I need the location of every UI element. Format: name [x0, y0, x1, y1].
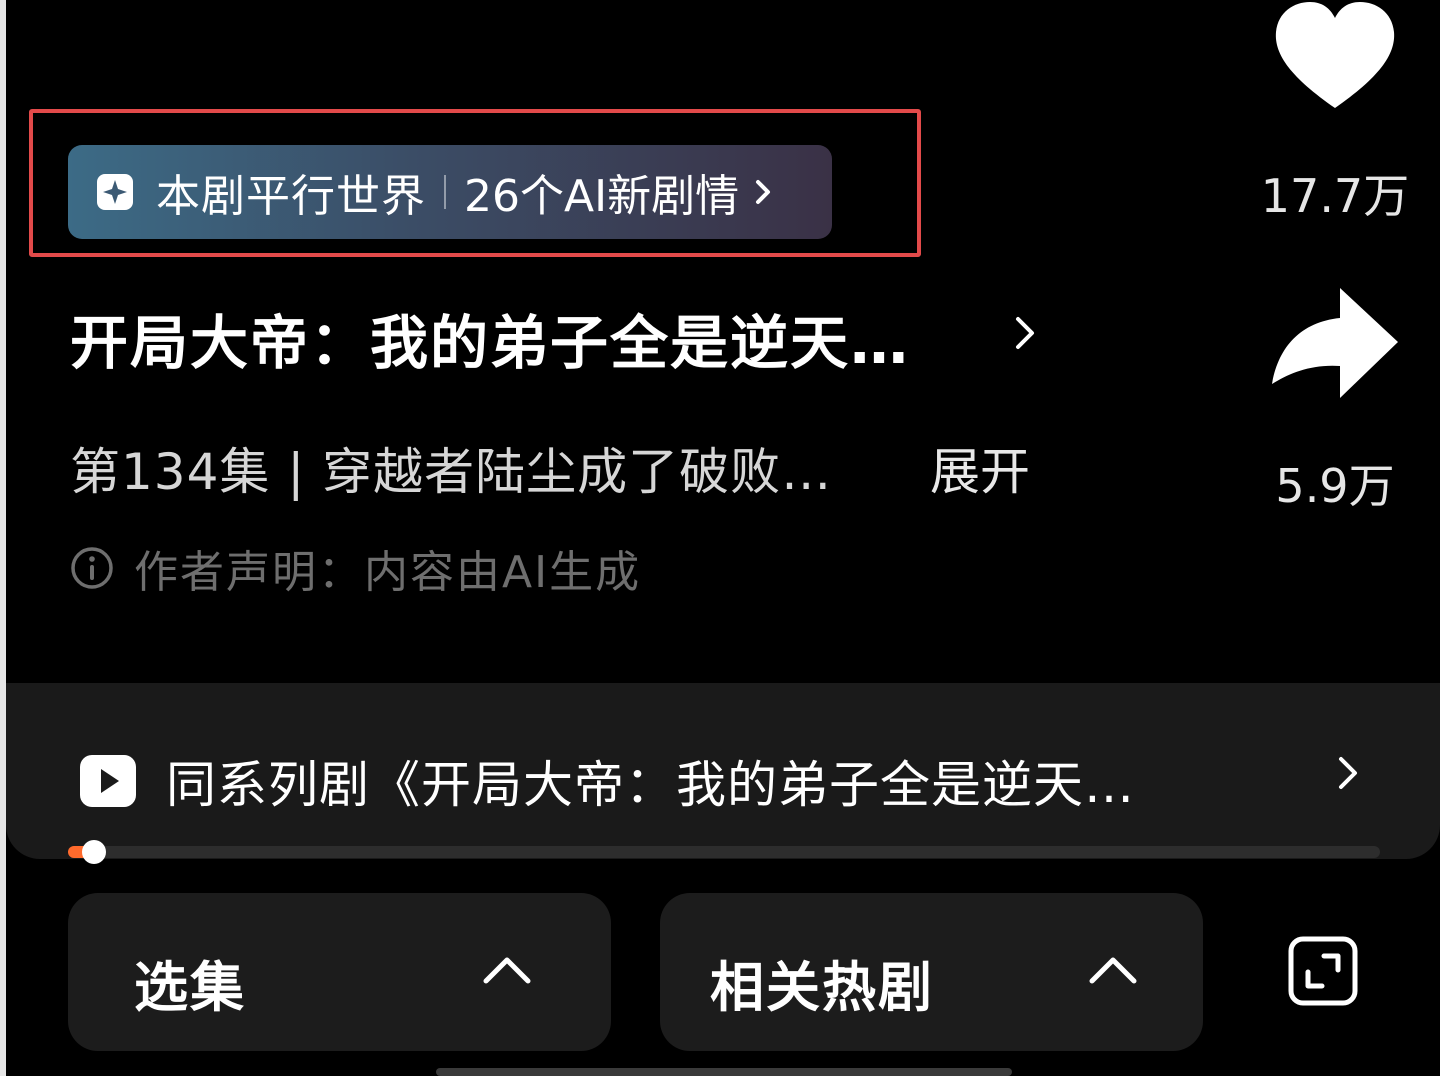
- series-label: 同系列剧《开局大帝：我的弟子全是逆天…: [166, 756, 1135, 814]
- related-label: 相关热剧: [710, 956, 934, 1019]
- episodes-label: 选集: [134, 956, 246, 1019]
- related-dramas-button[interactable]: 相关热剧: [660, 893, 1203, 1051]
- progress-thumb[interactable]: [82, 840, 107, 864]
- playback-progress[interactable]: [68, 840, 1380, 864]
- info-icon: [70, 546, 114, 590]
- ai-banner-count: 26个AI新剧情: [464, 171, 740, 222]
- fullscreen-icon[interactable]: [1288, 936, 1358, 1006]
- episodes-button[interactable]: 选集: [68, 893, 611, 1051]
- chevron-right-icon[interactable]: [1336, 754, 1360, 792]
- share-icon[interactable]: [1270, 286, 1400, 400]
- ai-banner-label: 本剧平行世界: [156, 171, 426, 222]
- heart-icon[interactable]: [1272, 0, 1398, 112]
- screen-edge: [0, 0, 6, 1076]
- chevron-up-icon: [1089, 957, 1137, 984]
- share-count: 5.9万: [1275, 459, 1395, 513]
- drama-title[interactable]: 开局大帝：我的弟子全是逆天…: [70, 296, 910, 380]
- home-indicator: [436, 1068, 1012, 1076]
- episode-description: 第134集 | 穿越者陆尘成了破败…: [70, 443, 833, 501]
- play-icon: [80, 755, 136, 807]
- sparkle-icon: [96, 173, 134, 211]
- ai-storyline-banner[interactable]: 本剧平行世界 26个AI新剧情: [68, 145, 832, 239]
- ai-disclaimer: 作者声明：内容由AI生成: [70, 536, 641, 600]
- expand-button[interactable]: 展开: [930, 432, 1030, 504]
- chevron-right-icon[interactable]: [1013, 314, 1037, 352]
- chevron-up-icon: [483, 957, 531, 984]
- disclaimer-text: 作者声明：内容由AI生成: [134, 547, 642, 598]
- like-count: 17.7万: [1260, 169, 1410, 223]
- chevron-right-icon: [753, 177, 773, 207]
- series-link[interactable]: 同系列剧《开局大帝：我的弟子全是逆天…: [80, 745, 1135, 817]
- ai-banner-divider: [444, 175, 446, 209]
